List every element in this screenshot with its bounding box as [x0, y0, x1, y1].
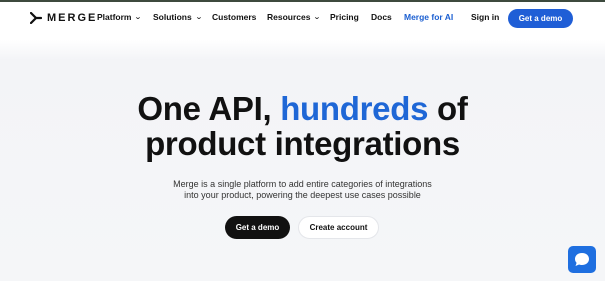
- chevron-down-icon: ⌄: [134, 14, 143, 21]
- nav-item-label: Pricing: [330, 12, 359, 22]
- nav-item-label: Platform: [97, 12, 132, 22]
- logo-wordmark: MERGE: [47, 12, 98, 24]
- hero-title-line2: product integrations: [145, 125, 460, 162]
- nav-item-label: Solutions: [153, 12, 192, 22]
- nav-item-resources[interactable]: Resources ⌄: [267, 12, 322, 22]
- hero-subtitle-line2: into your product, powering the deepest …: [184, 190, 421, 200]
- merge-logo-icon: [30, 12, 42, 24]
- nav-get-demo-button[interactable]: Get a demo: [508, 9, 573, 28]
- chevron-down-icon: ⌄: [313, 14, 322, 21]
- chat-bubble-icon: [575, 253, 589, 266]
- nav-item-label: Customers: [212, 12, 257, 22]
- sign-in-label: Sign in: [471, 12, 500, 22]
- create-account-button[interactable]: Create account: [298, 216, 379, 239]
- chat-widget-button[interactable]: [568, 246, 596, 273]
- merge-logo[interactable]: MERGE: [30, 12, 97, 24]
- nav-item-platform[interactable]: Platform ⌄: [97, 12, 143, 22]
- nav-item-label: Resources: [267, 12, 311, 22]
- hero-title-part2: of: [428, 90, 468, 127]
- nav-item-customers[interactable]: Customers: [212, 12, 256, 22]
- chevron-down-icon: ⌄: [194, 14, 203, 21]
- nav-item-docs[interactable]: Docs: [371, 12, 392, 22]
- hero-title-line1: One API, hundreds of: [0, 90, 605, 128]
- hero-get-demo-button[interactable]: Get a demo: [225, 216, 290, 239]
- nav-item-label: Merge for AI: [404, 12, 454, 22]
- nav-item-pricing[interactable]: Pricing: [330, 12, 359, 22]
- nav-item-solutions[interactable]: Solutions ⌄: [153, 12, 202, 22]
- top-navigation: MERGE Platform ⌄ Solutions ⌄ Customers R…: [0, 2, 605, 34]
- hero-title-highlight: hundreds: [280, 90, 429, 127]
- sign-in-link[interactable]: Sign in: [471, 12, 499, 22]
- hero-title-part1: One API,: [137, 90, 281, 127]
- nav-item-label: Docs: [371, 12, 392, 22]
- nav-item-merge-for-ai[interactable]: Merge for AI: [404, 12, 453, 22]
